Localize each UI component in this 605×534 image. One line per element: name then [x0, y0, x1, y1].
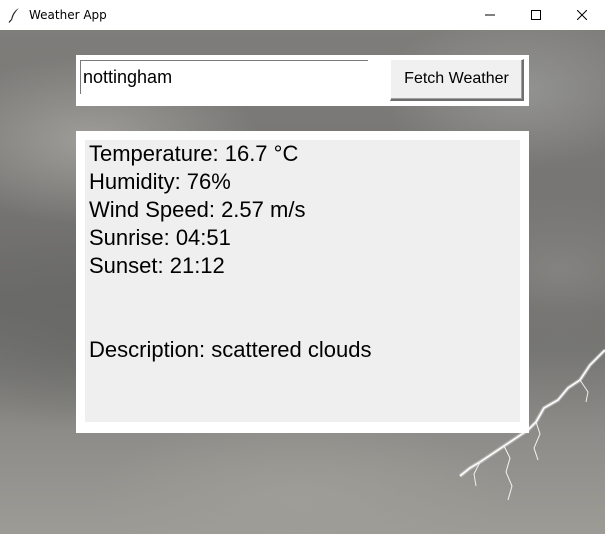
close-icon	[577, 10, 587, 20]
city-input[interactable]	[80, 60, 368, 94]
temperature-text: Temperature: 16.7 °C	[89, 141, 299, 166]
maximize-icon	[531, 10, 541, 20]
minimize-icon	[485, 14, 495, 16]
app-background: Fetch Weather Temperature: 16.7 °C Humid…	[0, 30, 605, 534]
weather-result-frame: Temperature: 16.7 °C Humidity: 76% Wind …	[76, 131, 529, 433]
feather-icon	[8, 8, 19, 23]
wind-speed-text: Wind Speed: 2.57 m/s	[89, 197, 306, 222]
maximize-button[interactable]	[513, 0, 559, 30]
close-button[interactable]	[559, 0, 605, 30]
humidity-text: Humidity: 76%	[89, 169, 231, 194]
sunrise-text: Sunrise: 04:51	[89, 225, 231, 250]
sunset-text: Sunset: 21:12	[89, 253, 225, 278]
window-title: Weather App	[29, 8, 107, 22]
fetch-weather-button[interactable]: Fetch Weather	[390, 59, 524, 101]
title-bar[interactable]: Weather App	[0, 0, 605, 30]
search-bar: Fetch Weather	[76, 55, 529, 106]
weather-result-panel: Temperature: 16.7 °C Humidity: 76% Wind …	[85, 140, 520, 422]
minimize-button[interactable]	[467, 0, 513, 30]
description-text: Description: scattered clouds	[89, 337, 372, 362]
